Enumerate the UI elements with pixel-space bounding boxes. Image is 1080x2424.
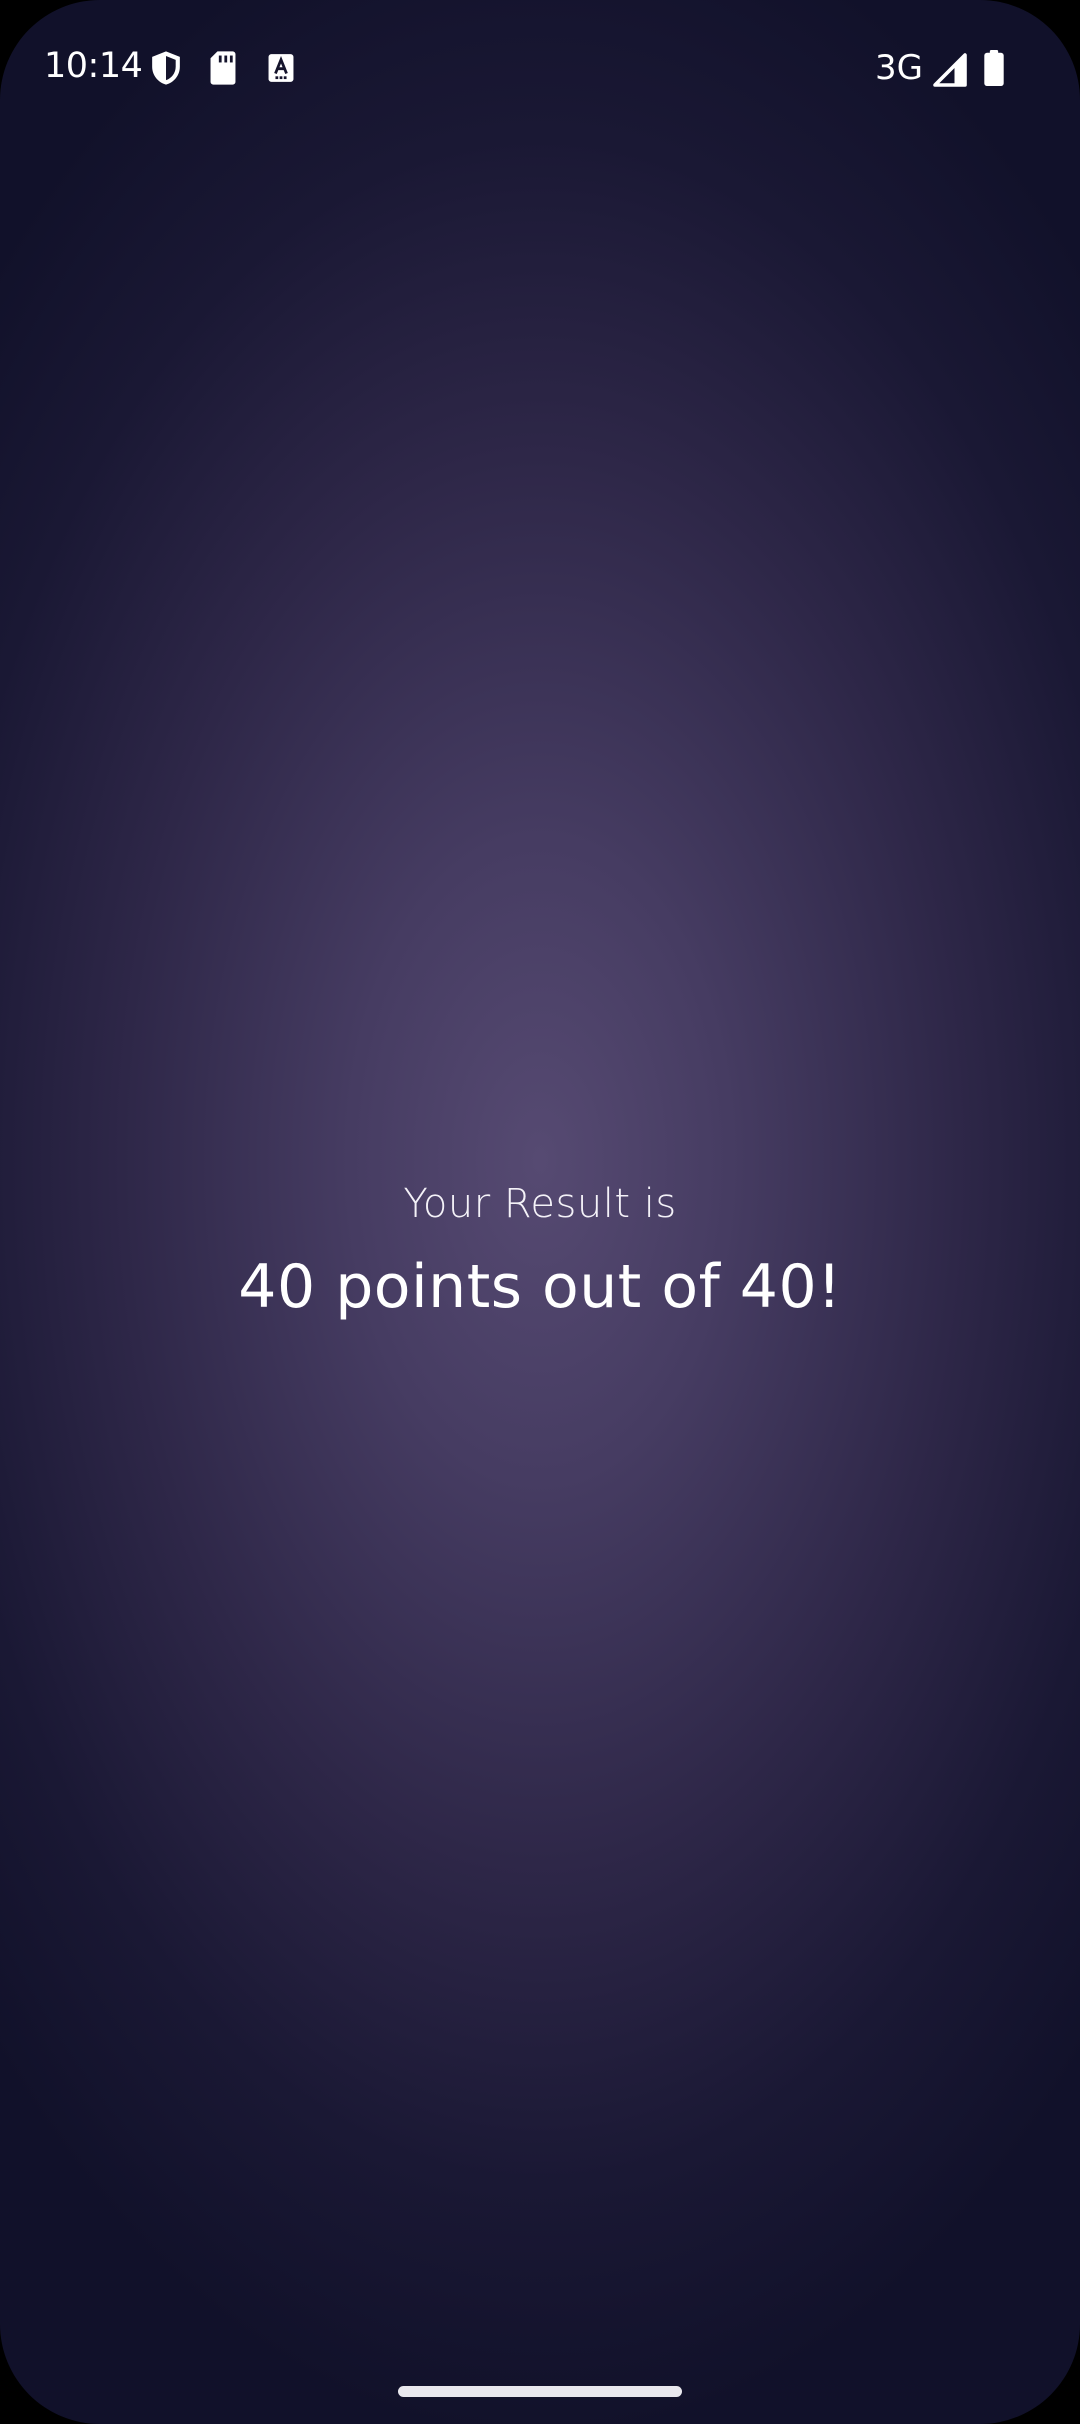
- status-time: 10:14: [44, 46, 143, 86]
- network-type-label: 3G: [875, 48, 923, 88]
- result-score-text: 40 points out of 40!: [238, 1252, 842, 1322]
- battery-icon: [984, 50, 1004, 86]
- font-download-icon: [268, 54, 294, 82]
- status-bar: 10:14 3G: [0, 0, 1080, 140]
- sd-card-icon: [210, 51, 236, 85]
- shield-icon: [152, 51, 180, 85]
- result-screen: 10:14 3G Your Result is 40 points out of…: [0, 0, 1080, 2424]
- result-caption: Your Result is: [403, 1181, 677, 1227]
- gesture-nav-handle[interactable]: [398, 2386, 682, 2397]
- signal-icon: [933, 53, 967, 87]
- result-block: Your Result is 40 points out of 40!: [0, 1170, 1080, 1332]
